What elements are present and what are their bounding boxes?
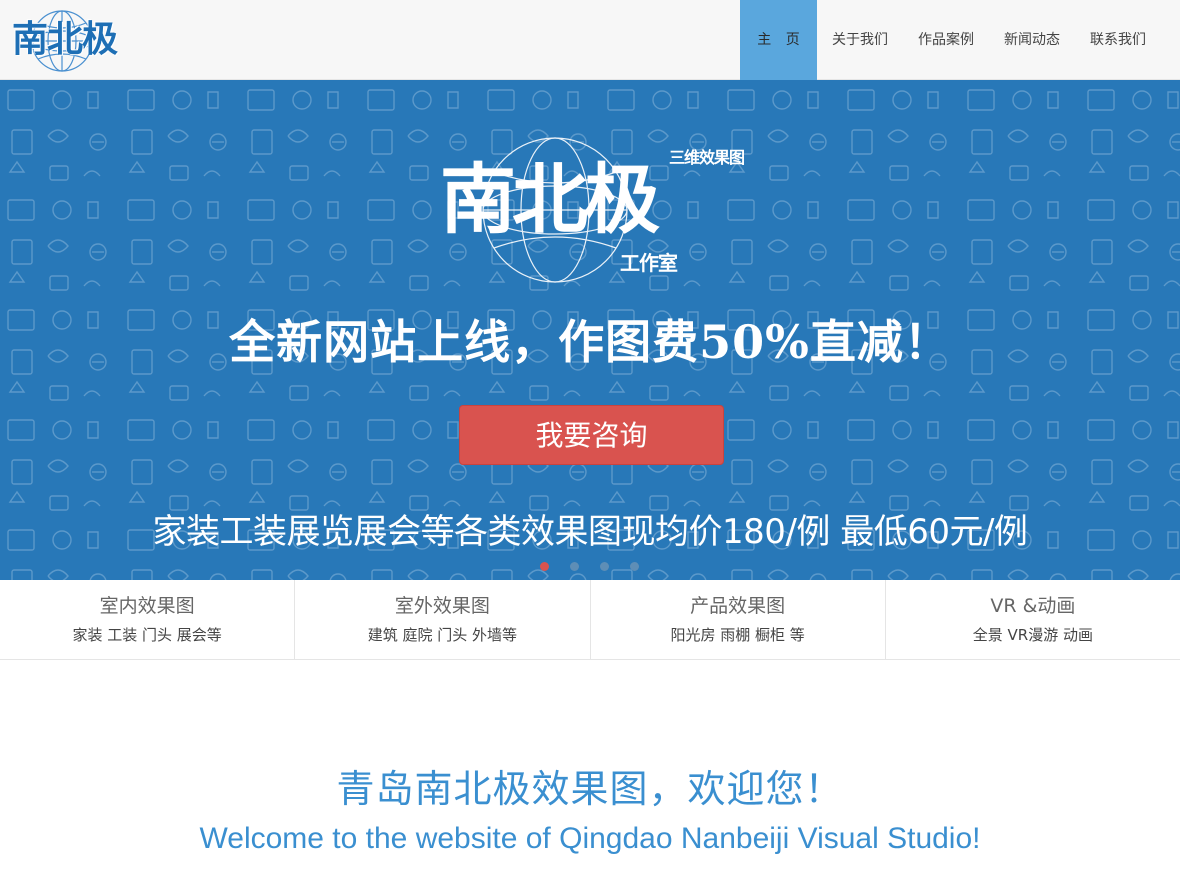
hero-logo-main: 南北极 [440,155,660,244]
consult-button[interactable]: 我要咨询 [459,405,724,465]
category-subtitle: 全景 VR漫游 动画 [972,626,1093,644]
logo-text: 南北极 [12,19,118,60]
hero-logo-tag-top: 三维效果图 [668,148,745,167]
category-vr-animation[interactable]: VR &动画 全景 VR漫游 动画 [886,580,1180,659]
category-exterior[interactable]: 室外效果图 建筑 庭院 门头 外墙等 [295,580,591,659]
nav-news[interactable]: 新闻动态 [989,0,1075,80]
banner-subline: 家装工装展览展会等各类效果图现均价180/例 最低60元/例 [152,512,1028,552]
category-interior[interactable]: 室内效果图 家装 工装 门头 展会等 [0,580,296,659]
slider-dot-3[interactable] [600,562,609,571]
welcome-heading-cn: 青岛南北极效果图，欢迎您！ [336,767,844,811]
banner-headline: 全新网站上线，作图费50%直减！ [229,315,951,369]
slider-dot-1[interactable] [540,562,549,571]
site-header: 南北极 主 页 关于我们 作品案例 新闻动态 联系我们 [0,0,1180,80]
category-title: 产品效果图 [690,595,786,617]
nav-about[interactable]: 关于我们 [817,0,903,80]
slider-dots [540,562,639,571]
category-title: 室内效果图 [99,595,195,617]
hero-logo-tag-bottom: 工作室 [620,251,678,275]
category-product[interactable]: 产品效果图 阳光房 雨棚 橱柜 等 [591,580,886,659]
nav-contact[interactable]: 联系我们 [1075,0,1180,80]
slider-dot-2[interactable] [570,562,579,571]
hero-logo: 三维效果图 南北极 工作室 [440,132,750,307]
main-nav: 主 页 关于我们 作品案例 新闻动态 联系我们 [740,0,1180,80]
category-subtitle: 阳光房 雨棚 橱柜 等 [670,626,805,644]
slider-dot-4[interactable] [630,562,639,571]
nav-home[interactable]: 主 页 [740,0,817,80]
category-subtitle: 建筑 庭院 门头 外墙等 [367,626,518,644]
hero-banner: 三维效果图 南北极 工作室 全新网站上线，作图费50%直减！ 我要咨询 家装工装… [0,80,1180,580]
category-bar: 室内效果图 家装 工装 门头 展会等 室外效果图 建筑 庭院 门头 外墙等 产品… [0,580,1180,660]
welcome-heading-en: Welcome to the website of Qingdao Nanbei… [199,822,981,855]
category-subtitle: 家装 工装 门头 展会等 [72,626,222,644]
site-logo[interactable]: 南北极 [12,6,152,74]
category-title: 室外效果图 [394,595,490,617]
nav-works[interactable]: 作品案例 [903,0,989,80]
category-title: VR &动画 [990,595,1076,617]
